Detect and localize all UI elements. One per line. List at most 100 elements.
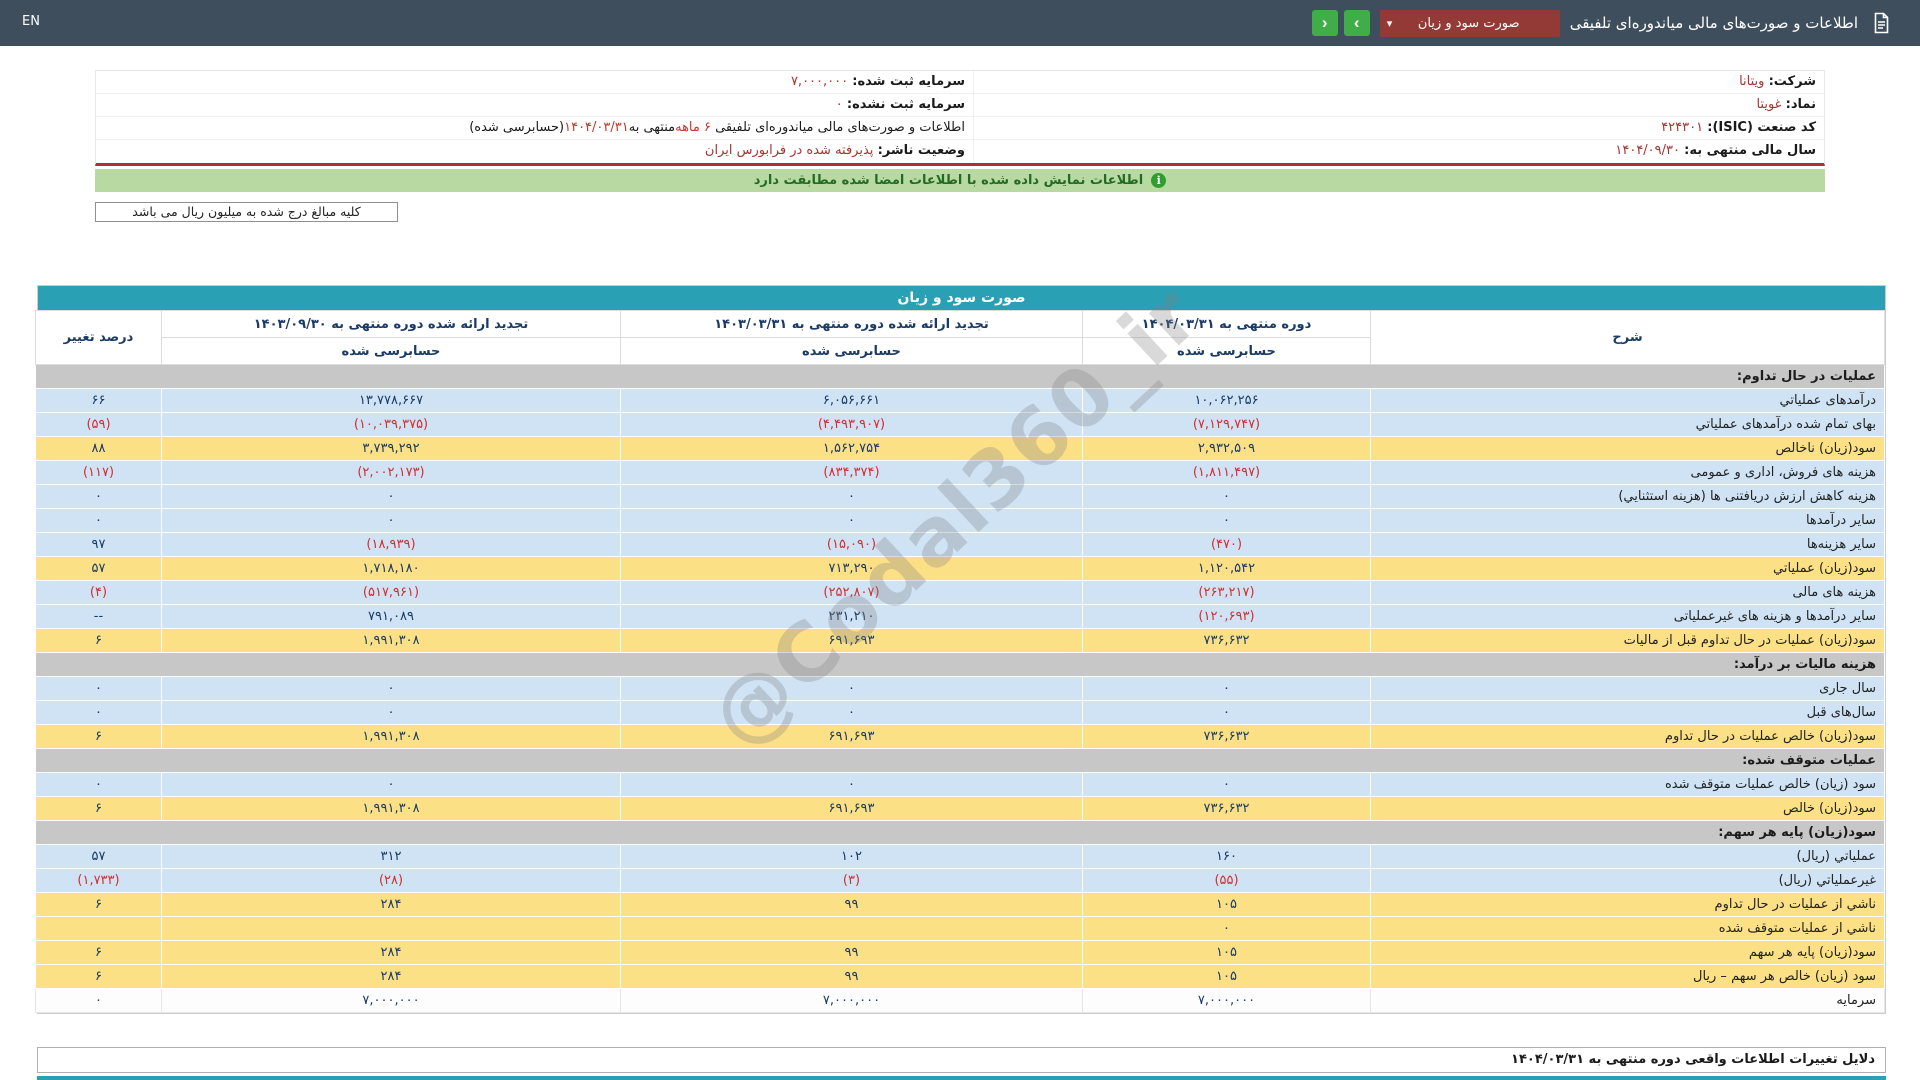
statement-row: ناشي از عملیات متوقف شده۰ [36,917,1885,941]
value-cell: ۱۰۲ [621,845,1083,869]
value-cell: (۵۵) [1083,869,1371,893]
value-cell: (۷,۱۲۹,۷۴۷) [1083,413,1371,437]
value-cell [36,917,162,941]
statement-row: ناشي از عملیات در حال تداوم۱۰۵۹۹۲۸۴۶ [36,893,1885,917]
value-cell: ۲۸۴ [162,893,621,917]
publisher-status-cell: وضعیت ناشر: پذیرفته شده در فرابورس ایران [96,140,973,163]
statement-dropdown-value: صورت سود و زیان [1418,16,1520,31]
value-cell: ۱,۹۹۱,۳۰۸ [162,725,621,749]
value-cell: ۰ [36,485,162,509]
value-cell: (۳) [621,869,1083,893]
statement-row: هزینه کاهش ارزش دریافتنی ها (هزینه استثن… [36,485,1885,509]
value-cell: ۰ [1083,917,1371,941]
row-label: هزینه های مالی [1371,581,1885,605]
section-row: عملیات در حال تداوم: [36,365,1885,389]
value-cell: ۵۷ [36,557,162,581]
statement-row: سال جاری۰۰۰۰ [36,677,1885,701]
value-cell: ۰ [162,677,621,701]
value-cell: ۸۸ [36,437,162,461]
value-cell: ۷۳۶,۶۳۲ [1083,629,1371,653]
value-cell: ۷۳۶,۶۳۲ [1083,725,1371,749]
statement-line-part: ‌منتهی به [629,120,675,135]
value-cell: ۷۳۶,۶۳۲ [1083,797,1371,821]
value-cell: ۶۹۱,۶۹۳ [621,797,1083,821]
value-cell: (۱۲۰,۶۹۳) [1083,605,1371,629]
row-label: ناشي از عملیات در حال تداوم [1371,893,1885,917]
value-cell: ۶۹۱,۶۹۳ [621,725,1083,749]
statement-row: سال‌های قبل۰۰۰۰ [36,701,1885,725]
statement-row: سود(زیان) عملیاتي۱,۱۲۰,۵۴۲۷۱۳,۲۹۰۱,۷۱۸,۱… [36,557,1885,581]
value-cell: ۰ [36,989,162,1013]
column-subheader-audited: حسابرسی شده [621,338,1083,365]
value-cell: ۰ [36,509,162,533]
reasons-section-header[interactable]: دلایل تغییرات اطلاعات واقعی دوره منتهی ب… [37,1047,1886,1073]
page: EN اطلاعات و صورت‌های مالی میاندوره‌ای ت… [0,0,1920,1080]
row-label: سایر درآمدها [1371,509,1885,533]
statement-table: شرح دوره منتهی به ۱۴۰۴/۰۳/۳۱ تجدید ارائه… [35,310,1885,1013]
value-cell: ۰ [162,701,621,725]
company-value: ویتانا [1739,74,1764,89]
value-cell: ۶ [36,941,162,965]
row-label: بهای تمام شده درآمدهای عملیاتي [1371,413,1885,437]
value-cell: ۱۶۰ [1083,845,1371,869]
statement-row: سود(زیان) خالص۷۳۶,۶۳۲۶۹۱,۶۹۳۱,۹۹۱,۳۰۸۶ [36,797,1885,821]
value-cell: ۰ [621,509,1083,533]
value-cell: ۹۹ [621,893,1083,917]
statement-period-cell: اطلاعات و صورت‌های مالی میاندوره‌ای تلفی… [96,117,973,139]
language-en-link[interactable]: EN [22,14,40,29]
isic-cell: کد صنعت (ISIC): ۴۲۴۳۰۱ [973,117,1824,139]
statement-row: بهای تمام شده درآمدهای عملیاتي(۷,۱۲۹,۷۴۷… [36,413,1885,437]
statement-line-duration: ۶ ماهه [675,120,711,135]
statement-row: سایر درآمدها۰۰۰۰ [36,509,1885,533]
statement-row: درآمدهای عملیاتي۱۰,۰۶۲,۲۵۶۶,۰۵۶,۶۶۱۱۳,۷۷… [36,389,1885,413]
value-cell: ۹۷ [36,533,162,557]
company-info-row: کد صنعت (ISIC): ۴۲۴۳۰۱ اطلاعات و صورت‌ها… [96,117,1824,140]
nav-prev-button[interactable]: ‹ [1312,10,1338,36]
row-label: سود(زیان) خالص [1371,797,1885,821]
statement-line-part: (حسابرسی شده) [469,120,564,135]
registered-capital-value: ۷,۰۰۰,۰۰۰ [791,74,848,89]
value-cell: ۷,۰۰۰,۰۰۰ [1083,989,1371,1013]
value-cell: (۴۷۰) [1083,533,1371,557]
value-cell: ۰ [162,485,621,509]
value-cell: ۷,۰۰۰,۰۰۰ [621,989,1083,1013]
nav-next-button[interactable]: › [1344,10,1370,36]
symbol-value: غویتا [1756,97,1781,112]
statement-row: سود(زیان) پایه هر سهم۱۰۵۹۹۲۸۴۶ [36,941,1885,965]
statement-line-part: اطلاعات و صورت‌های مالی میاندوره‌ای تلفی… [711,120,965,135]
value-cell: ۶ [36,725,162,749]
value-cell: ۰ [36,677,162,701]
value-cell: ۱,۹۹۱,۳۰۸ [162,629,621,653]
value-cell: (۱,۷۳۳) [36,869,162,893]
column-header-change: درصد تغییر [36,311,162,365]
value-cell: (۱۸,۹۳۹) [162,533,621,557]
topbar-controls: اطلاعات و صورت‌های مالی میاندوره‌ای تلفی… [1312,0,1894,46]
section-row: هزینه مالیات بر درآمد: [36,653,1885,677]
value-cell: (۲۸) [162,869,621,893]
value-cell: ۰ [1083,509,1371,533]
value-cell: ۰ [1083,773,1371,797]
statement-row: سود(زیان) ناخالص۲,۹۳۲,۵۰۹۱,۵۶۲,۷۵۴۳,۷۳۹,… [36,437,1885,461]
row-label: عملیات در حال تداوم: [36,365,1885,389]
value-cell: (۱۵,۰۹۰) [621,533,1083,557]
row-label: سود(زیان) عملیاتي [1371,557,1885,581]
unregistered-capital-cell: سرمایه ثبت نشده: ۰ [96,94,973,116]
value-cell: ۶ [36,893,162,917]
value-cell: (۵۹) [36,413,162,437]
value-cell: ۶,۰۵۶,۶۶۱ [621,389,1083,413]
row-label: درآمدهای عملیاتي [1371,389,1885,413]
registered-capital-label: سرمایه ثبت شده: [852,74,965,89]
row-label: ناشي از عملیات متوقف شده [1371,917,1885,941]
statement-type-dropdown[interactable]: صورت سود و زیان ▾ [1380,10,1560,37]
statement-row: سود(زیان) عملیات در حال تداوم قبل از مال… [36,629,1885,653]
chevron-down-icon: ▾ [1387,10,1393,37]
value-cell: ۱,۷۱۸,۱۸۰ [162,557,621,581]
row-label: هزینه های فروش، اداری و عمومی [1371,461,1885,485]
value-cell: (۱۰,۰۳۹,۳۷۵) [162,413,621,437]
value-cell: ۱۳,۷۷۸,۶۶۷ [162,389,621,413]
row-label: سود(زیان) ناخالص [1371,437,1885,461]
row-label: عملیاتي (ریال) [1371,845,1885,869]
value-cell: (۸۳۴,۳۷۴) [621,461,1083,485]
unregistered-capital-value: ۰ [836,97,843,112]
statement-row: سرمایه۷,۰۰۰,۰۰۰۷,۰۰۰,۰۰۰۷,۰۰۰,۰۰۰۰ [36,989,1885,1013]
